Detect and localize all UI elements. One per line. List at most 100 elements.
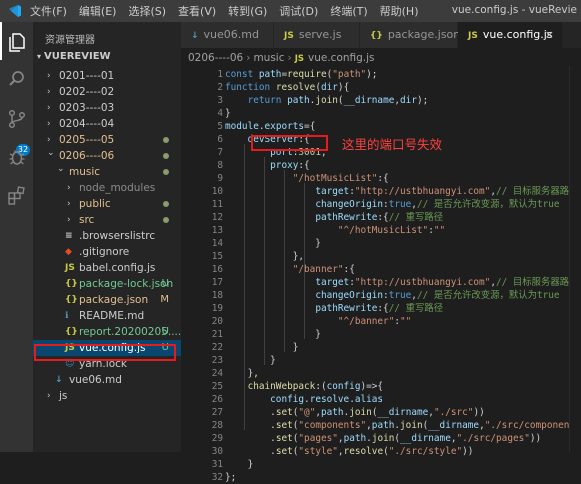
- tree-item-label: 0205----05: [59, 134, 115, 146]
- line-number: 19: [211, 303, 223, 314]
- source-control-icon[interactable]: [6, 108, 28, 130]
- menu-item[interactable]: 选择(S): [128, 3, 166, 19]
- line-number: 9: [217, 173, 223, 184]
- tree-item-label: .gitignore: [79, 246, 130, 258]
- file-item[interactable]: {} package.json M: [33, 292, 181, 308]
- folder-item[interactable]: › js: [33, 388, 181, 404]
- code-text: }: [225, 329, 321, 340]
- file-type-icon: {}: [370, 31, 383, 41]
- code-text: .set("components",path.join(__dirname,".…: [225, 420, 581, 431]
- tree-item-label: node_modules: [79, 182, 156, 194]
- file-item[interactable]: ℹ README.md: [33, 308, 181, 324]
- editor-scrollbar[interactable]: [569, 66, 581, 452]
- line-number: 25: [211, 381, 223, 392]
- tree-item-label: vue06.md: [69, 374, 122, 386]
- file-type-icon: {}: [65, 279, 78, 289]
- code-text: "^/banner":"": [337, 316, 412, 327]
- tree-item-label: 0202----02: [59, 86, 115, 98]
- code-text: return path.join(__dirname,dir);: [247, 95, 429, 106]
- chevron-right-icon: ›: [47, 391, 51, 401]
- debug-icon[interactable]: [6, 146, 28, 168]
- breadcrumb-item[interactable]: music: [253, 52, 284, 64]
- file-type-icon: ↓: [191, 31, 199, 41]
- file-type-icon: JS: [284, 31, 294, 41]
- modified-dot-icon: [163, 201, 169, 207]
- file-type-icon: ≡: [65, 231, 73, 241]
- js-file-icon: JS: [294, 54, 304, 64]
- extensions-icon[interactable]: [6, 184, 28, 206]
- code-text: const path=require("path");: [225, 69, 378, 80]
- menu-item[interactable]: 编辑(E): [79, 3, 117, 19]
- active-indicator: [0, 22, 2, 60]
- file-type-icon: ℹ: [65, 311, 69, 321]
- editor-tab[interactable]: ↓ vue06.md: [181, 22, 273, 48]
- port-annotation-box: [251, 135, 328, 151]
- tree-item-label: music: [69, 166, 101, 178]
- menu-item[interactable]: 文件(F): [30, 3, 67, 19]
- tree-item-label: package.json: [79, 294, 149, 306]
- vscode-logo-icon: [9, 5, 21, 17]
- tree-item-label: 0201----01: [59, 70, 115, 82]
- line-number: 22: [211, 342, 223, 353]
- folder-item[interactable]: › 0201----01: [33, 68, 181, 84]
- folder-item[interactable]: › 0204----04: [33, 116, 181, 132]
- menu-item[interactable]: 转到(G): [228, 3, 267, 19]
- chevron-down-icon: ▾: [37, 52, 42, 61]
- git-status-badge: M: [160, 294, 169, 305]
- folder-item[interactable]: ⌄ music: [33, 164, 181, 180]
- line-number: 11: [211, 199, 223, 210]
- explorer-title: 资源管理器: [45, 35, 95, 46]
- folder-item[interactable]: › node_modules: [33, 180, 181, 196]
- menu-item[interactable]: 查看(V): [178, 3, 216, 19]
- menu-item[interactable]: 终端(T): [330, 3, 367, 19]
- editor-tab[interactable]: {} package.json: [360, 22, 460, 48]
- modified-dot-icon: [163, 153, 169, 159]
- file-item[interactable]: {} report.20200205.... U: [33, 324, 181, 340]
- modified-dot-icon: [163, 137, 169, 143]
- search-icon[interactable]: [6, 68, 28, 90]
- menu-item[interactable]: 帮助(H): [380, 3, 419, 19]
- folder-item[interactable]: › 0205----05: [33, 132, 181, 148]
- code-text: }: [225, 342, 299, 353]
- editor-tab[interactable]: JS serve.js: [274, 22, 359, 48]
- git-status-badge: U: [161, 278, 169, 289]
- file-type-icon: JS: [65, 263, 75, 273]
- chevron-right-icon: ›: [47, 87, 51, 97]
- folder-item[interactable]: › 0202----02: [33, 84, 181, 100]
- folder-item[interactable]: › src: [33, 212, 181, 228]
- code-text: changeOrigin:true,// 是否允许改变源，默认为true: [315, 199, 560, 210]
- file-item[interactable]: {} package-lock.json U: [33, 276, 181, 292]
- editor-tab[interactable]: JS vue.config.js ×: [458, 22, 562, 48]
- file-item[interactable]: ◆ .gitignore: [33, 244, 181, 260]
- code-text: },: [225, 251, 305, 262]
- modified-dot-icon: [163, 169, 169, 175]
- file-item[interactable]: JS babel.config.js: [33, 260, 181, 276]
- tree-item-label: js: [59, 390, 68, 402]
- line-number: 8: [217, 160, 223, 171]
- breadcrumb-item[interactable]: vue.config.js: [308, 52, 375, 64]
- files-icon[interactable]: [6, 31, 28, 53]
- code-text: }: [225, 355, 276, 366]
- file-item[interactable]: ↓ vue06.md: [33, 372, 181, 388]
- menu-item[interactable]: 调试(D): [279, 3, 318, 19]
- code-text: .set("pages",path.join(__dirname,"./src/…: [225, 433, 542, 444]
- folder-item[interactable]: › public: [33, 196, 181, 212]
- line-number: 18: [211, 290, 223, 301]
- workspace-section-header[interactable]: ▾ VUEREVIEW: [37, 51, 111, 62]
- code-text: target:"http://ustbhuangyi.com",// 目标服务器…: [315, 277, 579, 288]
- line-number: 21: [211, 329, 223, 340]
- line-number: 28: [211, 420, 223, 431]
- breadcrumb-item[interactable]: 0206----06: [188, 52, 243, 64]
- file-type-icon: {}: [65, 295, 78, 305]
- code-editor[interactable]: 1 const path=require("path"); 2 function re…: [181, 66, 581, 483]
- file-type-icon: ↓: [55, 375, 63, 385]
- code-text: function resolve(dir){: [225, 82, 350, 93]
- file-type-icon: ◆: [65, 247, 72, 257]
- folder-item[interactable]: ⌄ 0206----06: [33, 148, 181, 164]
- folder-item[interactable]: › 0203----03: [33, 100, 181, 116]
- code-text: };: [225, 472, 237, 483]
- line-number: 27: [211, 407, 223, 418]
- file-item[interactable]: ≡ .browserslistrc: [33, 228, 181, 244]
- tree-item-label: 0206----06: [59, 150, 115, 162]
- close-icon[interactable]: ×: [545, 22, 554, 48]
